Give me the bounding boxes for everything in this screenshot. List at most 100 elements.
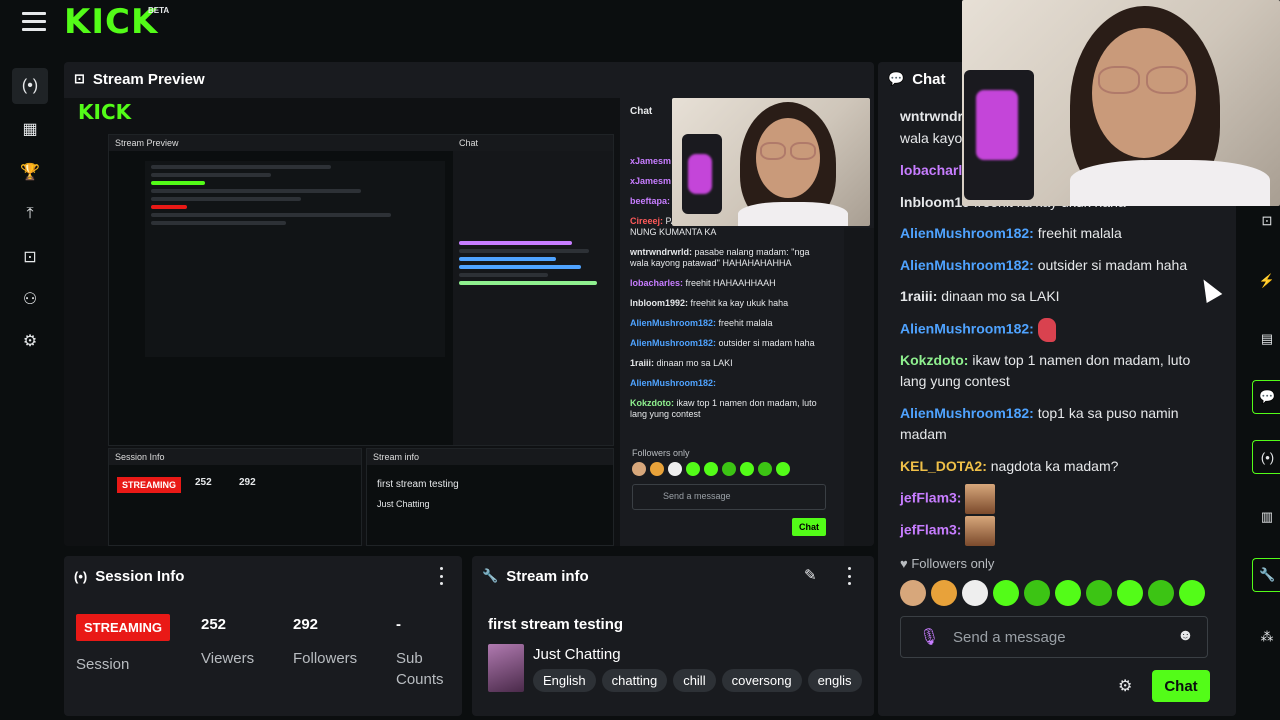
emote[interactable] <box>758 462 772 476</box>
nested-logo: KICK <box>78 100 132 124</box>
chat-send-button[interactable]: Chat <box>1152 670 1210 702</box>
broadcast-icon[interactable]: (•) <box>12 68 48 104</box>
analytics-icon[interactable]: ▦ <box>12 111 48 147</box>
nested-streaminfo-title: Stream info <box>367 449 613 465</box>
tag[interactable]: chill <box>673 669 716 692</box>
capture-icon[interactable]: ⊡ <box>12 239 48 275</box>
preview-chat-message: 1raiii: dinaan mo sa LAKI <box>630 358 733 368</box>
nodes-icon[interactable]: ⁂ <box>1252 620 1280 654</box>
category-thumbnail[interactable] <box>488 644 524 692</box>
left-nav-rail: (•) ▦ 🏆 ⤒ ⊡ ⚇ ⚙ <box>0 62 60 720</box>
category-name[interactable]: Just Chatting <box>533 646 621 663</box>
nested-chat: Chat <box>453 135 613 445</box>
message-input[interactable]: 🎙 Send a message ☻ <box>900 616 1208 658</box>
chat-settings-icon[interactable]: ⚙ <box>1118 676 1132 696</box>
preview-chat-message: lnbloom1992: freehit ka kay ukuk haha <box>630 298 789 308</box>
chat-icon[interactable]: 💬 <box>1252 380 1280 414</box>
preview-chat-button[interactable]: Chat <box>792 518 826 536</box>
nested-screen <box>145 161 445 357</box>
nested-streaming-badge: STREAMING <box>117 477 181 493</box>
stream-preview-video[interactable]: KICK Stream Preview Chat Session Info ST… <box>64 98 874 546</box>
emote-icon <box>1037 318 1056 342</box>
preview-message-input[interactable]: Send a message <box>632 484 826 510</box>
emote[interactable] <box>686 462 700 476</box>
followers-label: Followers <box>293 650 358 667</box>
preview-emote-row <box>632 462 790 476</box>
tag[interactable]: englis <box>807 669 862 692</box>
emote[interactable] <box>650 462 664 476</box>
cat-emote-icon[interactable] <box>931 580 957 606</box>
chat-message: AlienMushroom182: top1 ka sa puso namin … <box>900 405 1179 442</box>
frog-emote-icon[interactable] <box>1148 580 1174 606</box>
chat-message: AlienMushroom182: <box>900 318 1210 342</box>
emote[interactable] <box>632 462 646 476</box>
nested-stream-preview: Stream Preview Chat <box>108 134 614 446</box>
menu-icon[interactable] <box>22 12 46 32</box>
frog-emote-icon[interactable] <box>1024 580 1050 606</box>
ghost-emote-icon[interactable] <box>962 580 988 606</box>
session-label: Session <box>76 656 130 673</box>
beta-label: BETA <box>148 6 170 15</box>
microphone-icon[interactable]: 🎙 <box>919 627 939 647</box>
emoji-icon[interactable]: ☻ <box>1177 627 1194 645</box>
followers-count: 292 <box>293 616 319 633</box>
webcam-overlay <box>962 0 1280 206</box>
session-info-header: (•) Session Info <box>64 556 462 596</box>
preview-right-strip <box>844 228 874 546</box>
kick-logo[interactable]: KICK <box>64 2 158 42</box>
emote-icon <box>965 516 996 546</box>
tag[interactable]: chatting <box>601 669 668 692</box>
tag[interactable]: coversong <box>721 669 802 692</box>
stream-info-panel: 🔧 Stream info ✎ first stream testing Jus… <box>472 556 874 716</box>
nested-viewers: 252 <box>195 477 212 488</box>
community-icon[interactable]: ⚇ <box>12 281 48 317</box>
chat-message: 1raiii: dinaan mo sa LAKI <box>900 288 1060 304</box>
message-placeholder: Send a message <box>953 629 1066 646</box>
preview-chat-message: AlienMushroom182: freehit malala <box>630 318 773 328</box>
layout-icon[interactable]: ▥ <box>1252 500 1280 534</box>
emote-picker-row <box>900 580 1205 606</box>
tag-list: English chatting chill coversong englis <box>533 669 867 692</box>
frog-emote-icon[interactable] <box>1055 580 1081 606</box>
wrench-icon: 🔧 <box>482 568 499 583</box>
emote[interactable] <box>704 462 718 476</box>
frog-emote-icon[interactable] <box>1179 580 1205 606</box>
upload-icon[interactable]: ⤒ <box>12 196 48 232</box>
notes-icon[interactable]: ▤ <box>1252 322 1280 356</box>
preview-webcam <box>672 98 870 226</box>
trophy-icon[interactable]: 🏆 <box>12 154 48 190</box>
wrench-icon[interactable]: 🔧 <box>1252 558 1280 592</box>
nested-stream-title: first stream testing <box>377 479 459 490</box>
preview-followers-only: Followers only <box>632 448 690 458</box>
settings-icon[interactable]: ⚙ <box>12 323 48 359</box>
preview-chat-message: lobacharles: freehit HAHAAHHAAH <box>630 278 776 288</box>
tag[interactable]: English <box>533 669 596 692</box>
emote[interactable] <box>668 462 682 476</box>
emote[interactable] <box>722 462 736 476</box>
preview-message-placeholder: Send a message <box>663 491 731 501</box>
chat-message: AlienMushroom182: freehit malala <box>900 225 1122 241</box>
frog-emote-icon[interactable] <box>1117 580 1143 606</box>
stream-preview-header: ⊡ Stream Preview <box>64 62 874 96</box>
bolt-icon[interactable]: ⚡ <box>1252 264 1280 298</box>
emote[interactable] <box>776 462 790 476</box>
frog-emote-icon[interactable] <box>1086 580 1112 606</box>
cat-emote-icon[interactable] <box>900 580 926 606</box>
chat-message: jefFlam3: <box>900 516 1210 546</box>
broadcast-icon[interactable]: (•) <box>1252 440 1280 474</box>
chat-message: KEL_DOTA2: nagdota ka madam? <box>900 458 1119 474</box>
capture-icon: ⊡ <box>74 71 85 86</box>
chat-icon: 💬 <box>888 71 905 86</box>
session-options-icon[interactable] <box>434 567 448 585</box>
emote-icon <box>965 484 996 514</box>
chat-message: Kokzdoto: ikaw top 1 namen don madam, lu… <box>900 352 1191 389</box>
nested-category: Just Chatting <box>377 499 430 509</box>
nested-session-title: Session Info <box>109 449 361 465</box>
frog-emote-icon[interactable] <box>993 580 1019 606</box>
stream-preview-panel: ⊡ Stream Preview KICK Stream Preview Cha… <box>64 62 874 546</box>
edit-icon[interactable]: ✎ <box>804 566 817 584</box>
capture-icon[interactable]: ⊡ <box>1252 204 1280 238</box>
stream-info-options-icon[interactable] <box>842 567 856 585</box>
followers-only-label: ♥ Followers only <box>900 556 995 571</box>
emote[interactable] <box>740 462 754 476</box>
